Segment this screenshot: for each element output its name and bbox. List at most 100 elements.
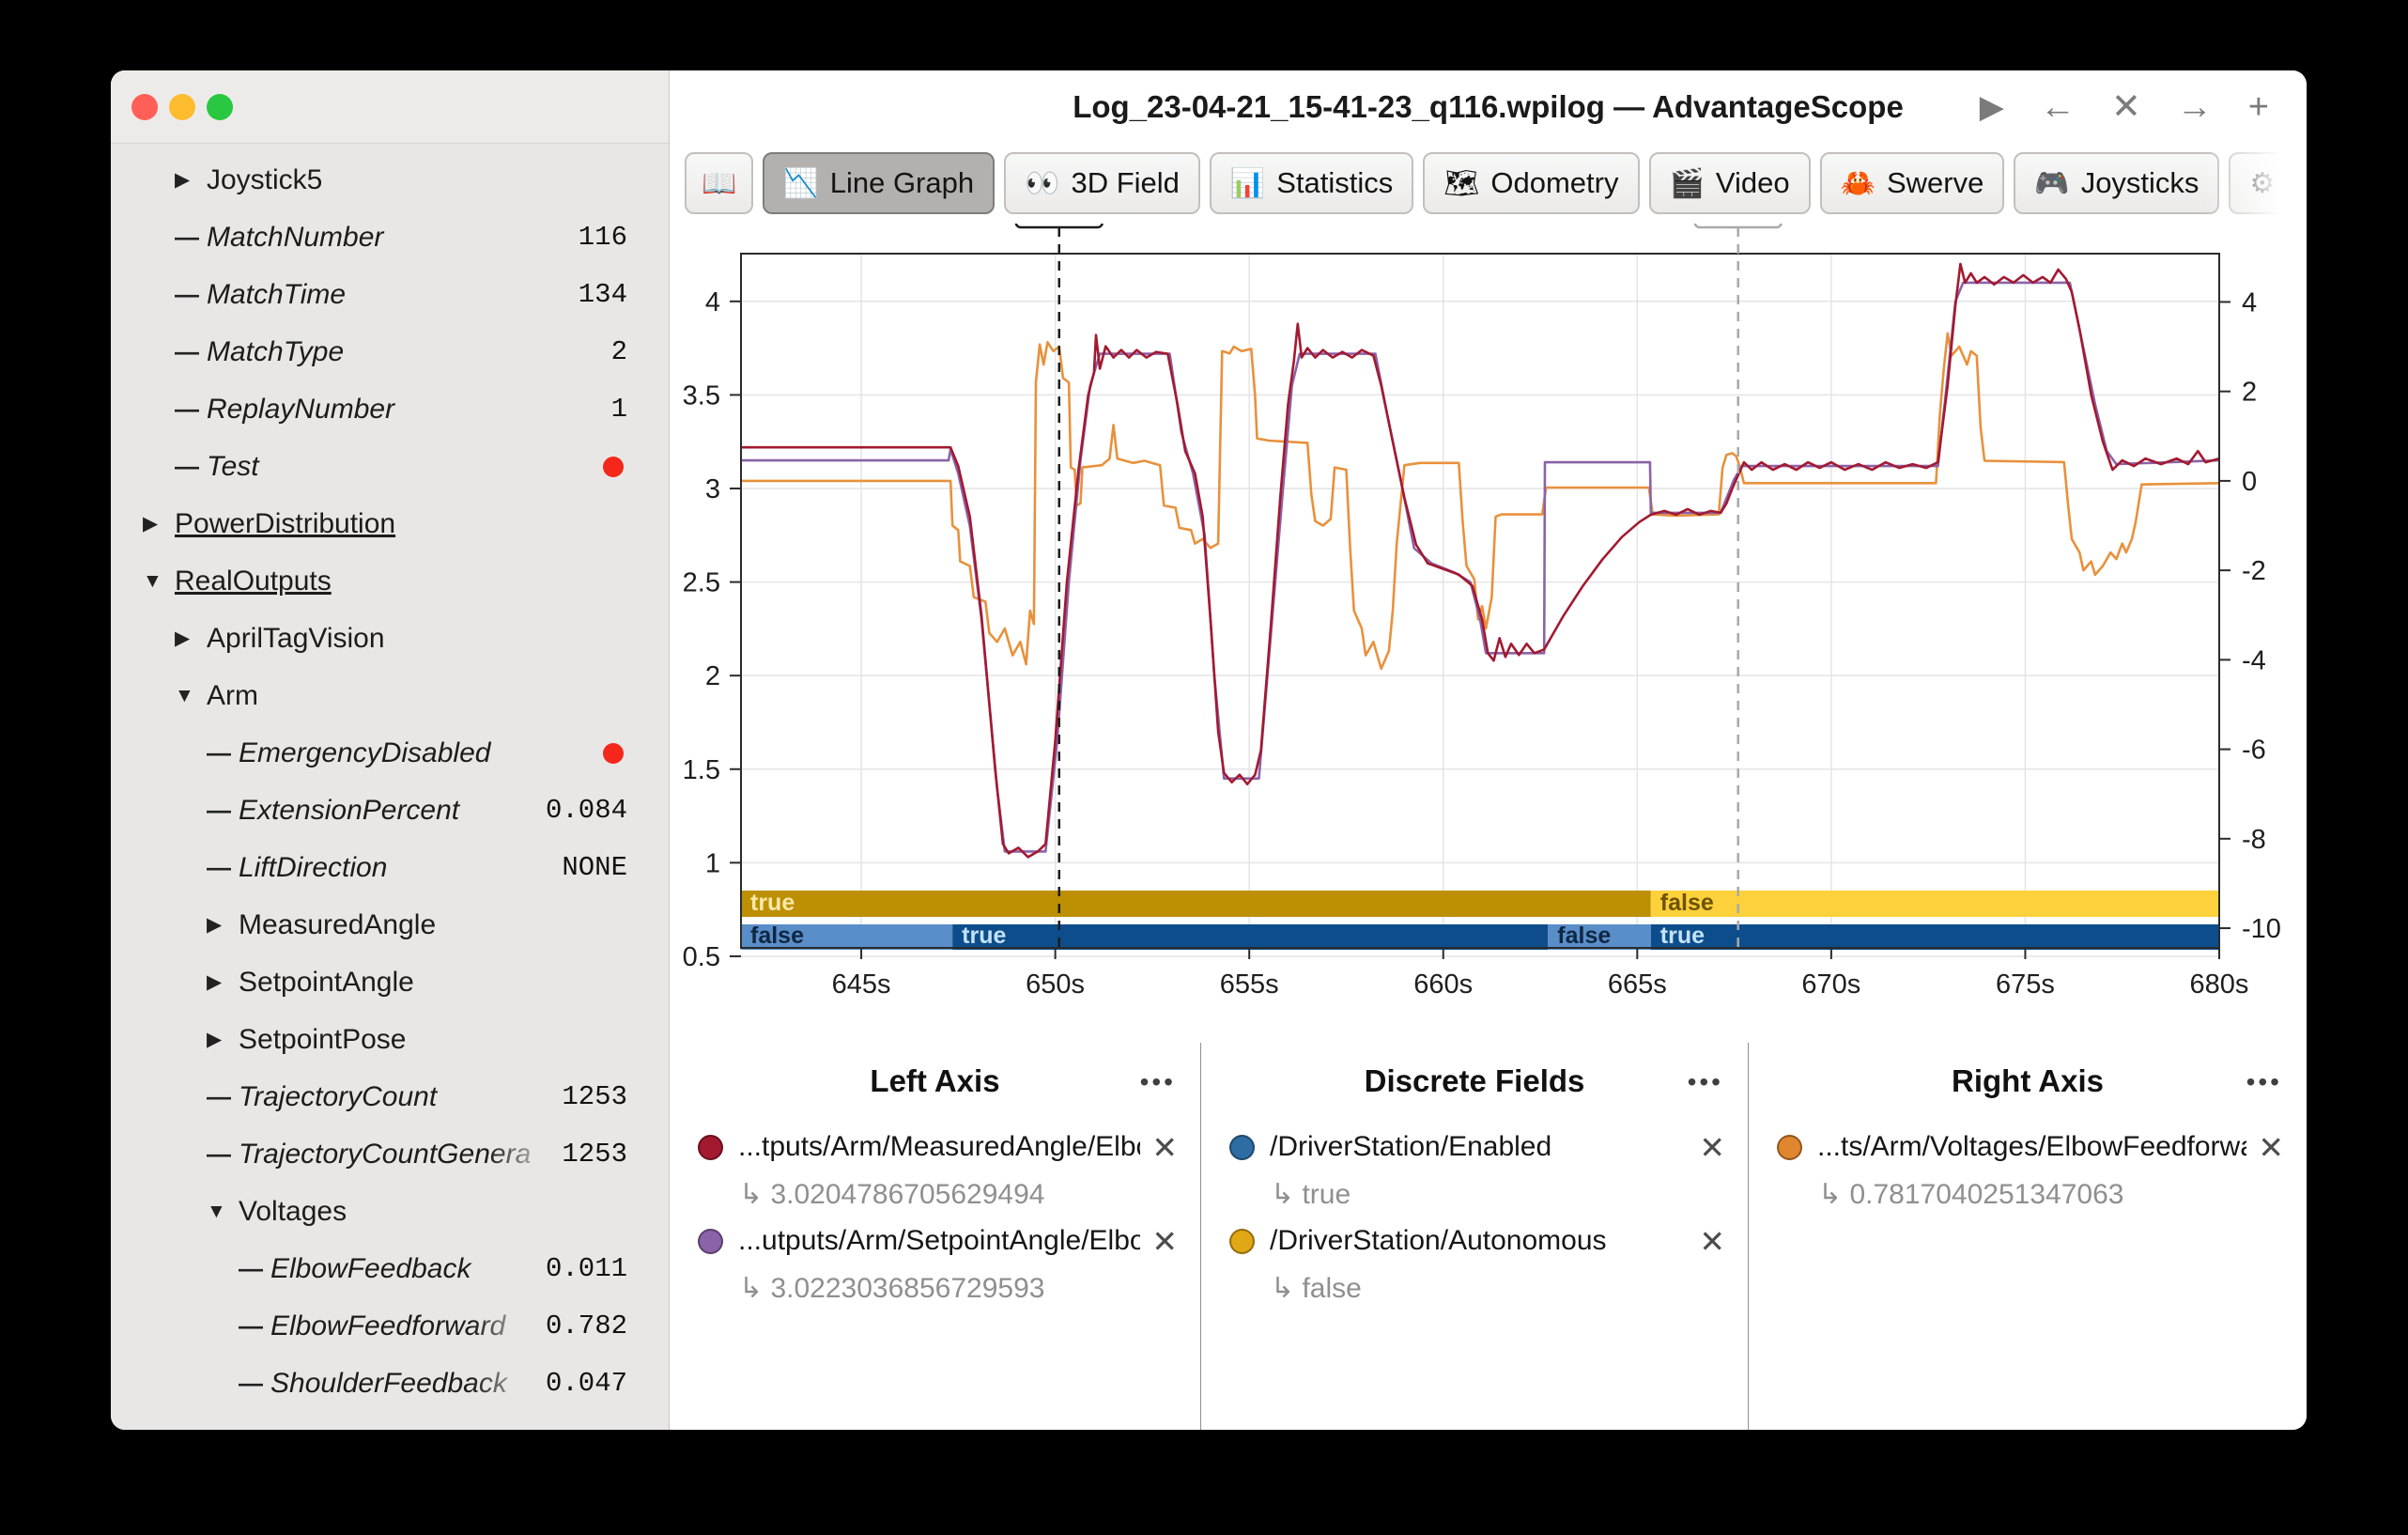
legend-item-current-value: ↳ 3.0223036856729593 <box>739 1272 1045 1304</box>
minimize-window-button[interactable] <box>169 93 195 120</box>
legend-ellipsis-menu[interactable]: ••• <box>1688 1067 1723 1097</box>
sidebar-item-matchtype[interactable]: — MatchType 2 <box>111 323 669 380</box>
tab-statistics[interactable]: 📊 Statistics <box>1209 152 1414 214</box>
sidebar-item-label: TrajectoryCountGenera <box>239 1138 555 1171</box>
sidebar-item-label: EmergencyDisabled <box>239 736 491 768</box>
sidebar-item-extensionpercent[interactable]: — ExtensionPercent 0.084 <box>111 782 669 839</box>
series-color-dot <box>1229 1134 1255 1160</box>
swerve-icon: 🦀 <box>1840 167 1875 199</box>
sidebar-item-realoutputs[interactable]: ▼ RealOutputs <box>111 552 669 610</box>
legend-item-label: /DriverStation/Enabled <box>1270 1131 1552 1162</box>
sidebar-item-shoulderfeedback[interactable]: — ShoulderFeedback 0.047 <box>111 1355 669 1412</box>
x-tick-label: 680s <box>2190 969 2249 1000</box>
field-value: 134 <box>578 279 627 310</box>
legend-item-current-value: ↳ true <box>1271 1178 1351 1210</box>
series-line-setpointangle <box>741 281 2219 853</box>
sidebar-item-trajectorycount[interactable]: — TrajectoryCount 1253 <box>111 1068 669 1125</box>
tab-odometry[interactable]: 🗺 Odometry <box>1423 152 1640 214</box>
tab-swerve[interactable]: 🦀 Swerve <box>1819 152 2005 214</box>
remove-field-button[interactable]: ✕ <box>1688 1223 1725 1260</box>
tab-3d-field[interactable]: 👀 3D Field <box>1004 152 1200 214</box>
remove-field-button[interactable]: ✕ <box>1140 1223 1178 1260</box>
tab-bar: 📖 📉 Line Graph 👀 3D Field 📊 Statistics 🗺 Odometr… <box>670 143 2307 224</box>
legend-column-title: Discrete Fields <box>1364 1063 1585 1098</box>
play-button[interactable]: ▶ <box>1980 91 2004 123</box>
sidebar-item-matchtime[interactable]: — MatchTime 134 <box>111 266 669 323</box>
leaf-dash-icon: — <box>239 1254 263 1282</box>
window-title: Log_23-04-21_15-41-23_q116.wpilog — Adva… <box>1073 88 1904 124</box>
chevron-collapsed-icon[interactable]: ▶ <box>175 627 207 650</box>
chevron-collapsed-icon[interactable]: ▶ <box>207 970 239 994</box>
sidebar-item-label: SetpointPose <box>239 1023 407 1055</box>
tab-label: Odometry <box>1490 166 1619 199</box>
sidebar-item-powerdistribution[interactable]: ▶ PowerDistribution <box>111 495 669 552</box>
legend-item-list: /DriverStation/Enabled ✕ ↳ true/DriverStat… <box>1201 1122 1748 1310</box>
field-value: 1 <box>610 394 627 425</box>
selected-time-box[interactable] <box>1014 184 1104 229</box>
sidebar-item-label: MeasuredAngle <box>239 908 437 940</box>
sidebar-item-arm[interactable]: ▼ Arm <box>111 667 669 724</box>
sidebar-item-matchnumber[interactable]: — MatchNumber 116 <box>111 209 669 266</box>
legend-column-title: Right Axis <box>1952 1063 2104 1098</box>
remove-field-button[interactable]: ✕ <box>1140 1129 1178 1166</box>
legend-item[interactable]: ...ts/Arm/Voltages/ElbowFeedforward ✕ <box>1749 1122 2307 1172</box>
tab-joysticks[interactable]: 🎮 Joysticks <box>2014 152 2220 214</box>
discrete-bar-segment[interactable] <box>952 924 1549 950</box>
sidebar-item-liftdirection[interactable]: — LiftDirection NONE <box>111 839 669 896</box>
sidebar-item-label: Voltages <box>239 1195 347 1227</box>
chevron-expanded-icon[interactable]: ▼ <box>143 570 175 593</box>
legend-item[interactable]: /DriverStation/Autonomous ✕ <box>1201 1216 1748 1266</box>
back-button[interactable]: ← <box>2040 89 2076 125</box>
sidebar-item-test[interactable]: — Test <box>111 438 669 495</box>
hovered-time-box[interactable] <box>1693 184 1783 229</box>
x-tick-label: 650s <box>1026 969 1085 1000</box>
chevron-expanded-icon[interactable]: ▼ <box>207 1201 239 1223</box>
legend-column-title: Left Axis <box>870 1063 1000 1098</box>
leaf-dash-icon: — <box>207 738 231 767</box>
line-graph-plot[interactable]: true false false true false true 4 3.5 3 2.5 2 1.5 1… <box>670 184 2307 1043</box>
tab-video[interactable]: 🎬 Video <box>1648 152 1811 214</box>
remove-field-button[interactable]: ✕ <box>2246 1129 2284 1166</box>
field-value: 0.084 <box>545 795 627 826</box>
sidebar-item-measuredangle[interactable]: ▶ MeasuredAngle <box>111 896 669 954</box>
sidebar-item-trajectorycountgenera[interactable]: — TrajectoryCountGenera 1253 <box>111 1125 669 1183</box>
leaf-dash-icon: — <box>207 853 231 881</box>
legend-item[interactable]: /DriverStation/Enabled ✕ <box>1201 1122 1748 1172</box>
legend-item[interactable]: ...utputs/Arm/SetpointAngle/Elbow ✕ <box>670 1216 1200 1266</box>
discrete-bar-segment[interactable] <box>1650 891 2219 917</box>
legend-ellipsis-menu[interactable]: ••• <box>2246 1067 2282 1097</box>
right-tick-label: -6 <box>2242 736 2266 766</box>
tab-line-graph[interactable]: 📉 Line Graph <box>763 152 996 214</box>
sidebar-item-label: MatchTime <box>207 278 347 310</box>
close-button[interactable]: ✕ <box>2111 89 2141 125</box>
discrete-bar-segment[interactable] <box>1650 924 2219 950</box>
sidebar-item-elbowfeedback[interactable]: — ElbowFeedback 0.011 <box>111 1240 669 1297</box>
chevron-collapsed-icon[interactable]: ▶ <box>207 913 239 937</box>
legend-item[interactable]: ...tputs/Arm/MeasuredAngle/Elbow ✕ <box>670 1122 1200 1172</box>
discrete-bar-label: false <box>750 923 804 949</box>
sidebar-item-joystick5[interactable]: ▶ Joystick5 <box>111 151 669 209</box>
sidebar-item-voltages[interactable]: ▼ Voltages <box>111 1183 669 1240</box>
sidebar-item-setpointpose[interactable]: ▶ SetpointPose <box>111 1011 669 1068</box>
forward-button[interactable]: → <box>2177 89 2213 125</box>
chevron-collapsed-icon[interactable]: ▶ <box>143 512 175 535</box>
close-window-button[interactable] <box>131 93 158 120</box>
chevron-collapsed-icon[interactable]: ▶ <box>207 1028 239 1051</box>
leaf-dash-icon: — <box>207 1082 231 1110</box>
zoom-window-button[interactable] <box>207 93 233 120</box>
discrete-bar-segment[interactable] <box>741 891 1651 917</box>
sidebar-item-elbowfeedforward[interactable]: — ElbowFeedforward 0.782 <box>111 1297 669 1355</box>
remove-field-button[interactable]: ✕ <box>1688 1129 1725 1166</box>
tab-docs[interactable]: 📖 <box>685 152 754 214</box>
sidebar-item-setpointangle[interactable]: ▶ SetpointAngle <box>111 954 669 1011</box>
add-button[interactable]: + <box>2248 89 2269 125</box>
sidebar-item-emergencydisabled[interactable]: — EmergencyDisabled <box>111 724 669 782</box>
sidebar-item-replaynumber[interactable]: — ReplayNumber 1 <box>111 380 669 438</box>
sidebar-item-apriltagvision[interactable]: ▶ AprilTagVision <box>111 610 669 667</box>
legend-item-list: ...ts/Arm/Voltages/ElbowFeedforward ✕ ↳ 0.… <box>1749 1122 2307 1216</box>
sidebar-item-label: Arm <box>207 679 258 711</box>
chevron-collapsed-icon[interactable]: ▶ <box>175 168 207 192</box>
legend-ellipsis-menu[interactable]: ••• <box>1140 1067 1176 1097</box>
chevron-expanded-icon[interactable]: ▼ <box>175 685 207 707</box>
legend-item-current-value: ↳ false <box>1271 1272 1362 1304</box>
